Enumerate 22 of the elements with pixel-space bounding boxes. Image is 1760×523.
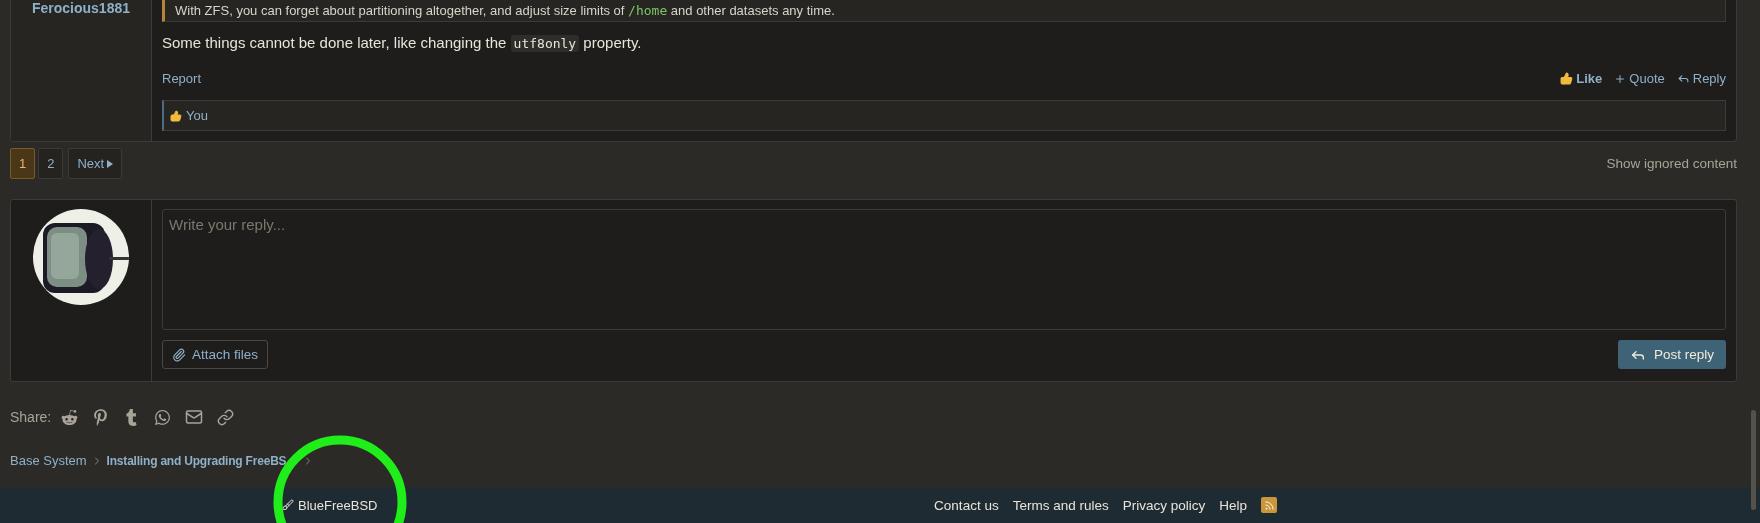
footer-link[interactable]: Contact us bbox=[934, 497, 999, 513]
page-button[interactable]: 2 bbox=[38, 148, 64, 179]
reply-field[interactable]: Write your reply... bbox=[162, 209, 1726, 330]
quote-text: With ZFS, you can forget about partitioning altogether, and adjust size limits of /home and other datasets any time. bbox=[162, 0, 1726, 22]
reaction-user-link[interactable]: You bbox=[186, 108, 208, 123]
footer-link[interactable]: Help bbox=[1219, 497, 1247, 513]
share-label: Share: bbox=[10, 409, 52, 425]
show-ignored-link[interactable]: Show ignored content bbox=[1606, 156, 1737, 171]
post-text: Some things cannot be done later, like changing the utf8only property. bbox=[162, 34, 643, 51]
footer-link[interactable]: Terms and rules bbox=[1012, 497, 1109, 513]
reply-link[interactable]: Reply bbox=[1676, 71, 1726, 86]
attach-files-button[interactable]: Attach files bbox=[162, 340, 269, 369]
breadcrumb-link[interactable]: Base System bbox=[10, 453, 87, 468]
footer-link[interactable]: Privacy policy bbox=[1122, 497, 1206, 513]
post-reply-button[interactable]: Post reply bbox=[1617, 340, 1726, 369]
like-link[interactable]: Like bbox=[1560, 71, 1603, 86]
style-chooser-link[interactable]: BlueFreeBSD bbox=[282, 497, 378, 513]
next-button[interactable]: Next bbox=[68, 148, 123, 179]
breadcrumb-link[interactable]: Installing and Upgrading FreeBS bbox=[106, 453, 287, 468]
quote-link[interactable]: Quote bbox=[1614, 71, 1665, 86]
report-link[interactable]: Report bbox=[162, 71, 202, 86]
page-button[interactable]: 1 bbox=[10, 148, 36, 179]
